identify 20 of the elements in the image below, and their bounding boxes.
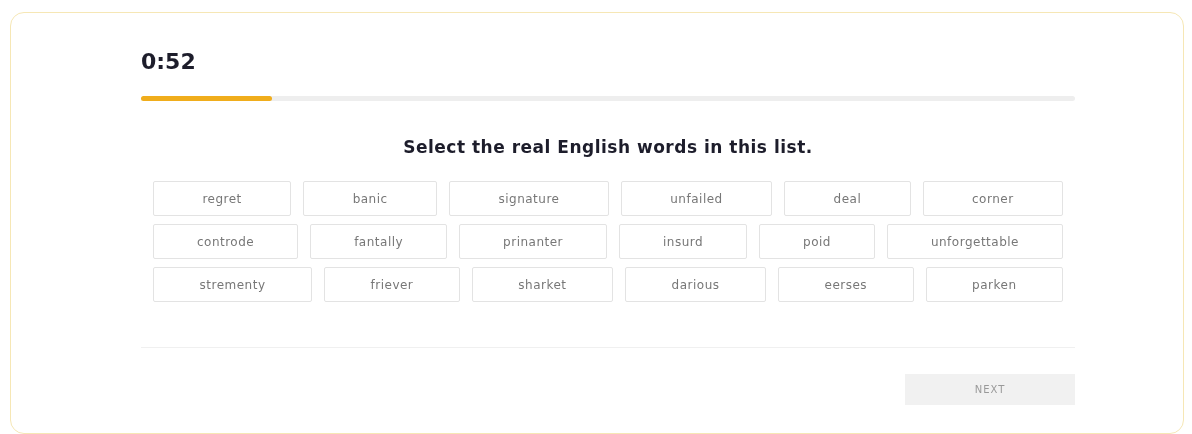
word-option[interactable]: sharket xyxy=(471,267,614,302)
word-option[interactable]: parken xyxy=(925,267,1063,302)
word-option[interactable]: corner xyxy=(922,181,1063,216)
word-option[interactable]: prinanter xyxy=(459,224,608,259)
question-prompt: Select the real English words in this list. xyxy=(402,137,814,157)
word-option[interactable]: unforgettable xyxy=(886,224,1063,259)
word-option[interactable]: regret xyxy=(153,181,292,216)
word-option[interactable]: eerses xyxy=(778,267,914,302)
word-option[interactable]: fantally xyxy=(310,224,448,259)
word-option[interactable]: insurd xyxy=(619,224,748,259)
word-option[interactable]: strementy xyxy=(153,267,312,302)
word-option[interactable]: banic xyxy=(303,181,438,216)
word-option[interactable]: signature xyxy=(449,181,609,216)
word-option[interactable]: deal xyxy=(784,181,911,216)
word-option[interactable]: darious xyxy=(625,267,766,302)
timer: 0:52 xyxy=(141,49,196,74)
word-option[interactable]: friever xyxy=(324,267,460,302)
word-option[interactable]: unfailed xyxy=(620,181,773,216)
word-option[interactable]: controde xyxy=(153,224,299,259)
word-option[interactable]: poid xyxy=(759,224,875,259)
